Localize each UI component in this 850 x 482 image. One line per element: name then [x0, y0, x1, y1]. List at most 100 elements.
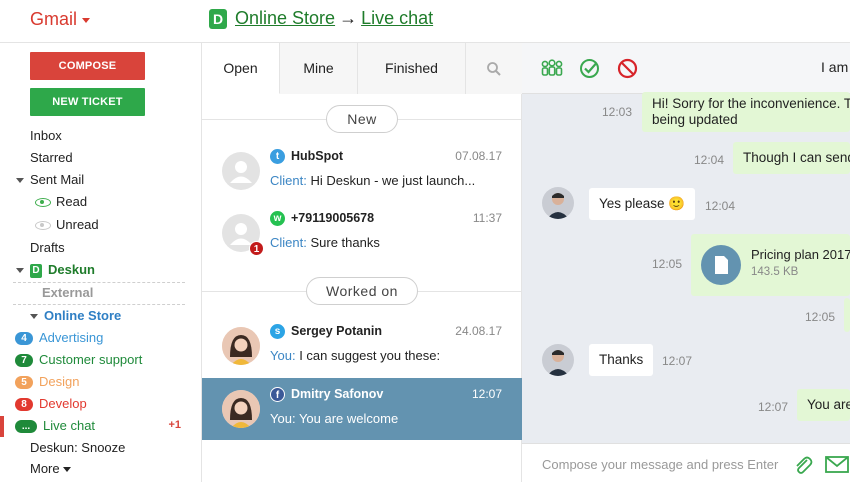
file-attachment-message[interactable]: Pricing plan 2017 143.5 KB [691, 234, 850, 296]
skype-icon: s [270, 324, 285, 339]
message-time: 12:07 [758, 400, 789, 414]
search-button[interactable] [466, 43, 522, 94]
contact-name: Sergey Potanin [291, 324, 382, 338]
preview-text: I can suggest you these: [299, 348, 441, 363]
message-incoming: Thanks [589, 344, 654, 376]
active-indicator [0, 416, 4, 437]
tab-open[interactable]: Open [202, 43, 280, 94]
sidebar-item-label: More [30, 461, 60, 476]
message-outgoing: You are [797, 389, 850, 421]
file-icon [701, 245, 741, 285]
avatar [222, 390, 260, 428]
preview-sender: You: [270, 411, 296, 426]
label-count-badge: ... [15, 420, 37, 434]
message-preview: Client: Sure thanks [270, 235, 510, 250]
tab-finished[interactable]: Finished [358, 43, 466, 94]
sidebar-item-sent-mail[interactable]: Sent Mail [16, 172, 84, 187]
block-icon[interactable] [617, 58, 638, 79]
sidebar-label-develop[interactable]: 8 Develop [15, 396, 87, 412]
deskun-logo-icon: D [30, 263, 42, 278]
paperclip-icon[interactable] [792, 454, 814, 476]
avatar [222, 327, 260, 365]
search-icon [487, 62, 501, 77]
message-time: 12:05 [652, 257, 683, 271]
sidebar-item-label: Read [56, 194, 88, 209]
chat-panel: I am 12:03 Hi! Sorry for the inconvenien… [522, 43, 850, 482]
contact-name: +79119005678 [291, 211, 375, 225]
sidebar-item-inbox[interactable]: Inbox [30, 128, 62, 143]
list-item[interactable]: s Sergey Potanin 24.08.17 You: I can sug… [202, 315, 522, 377]
compose-button[interactable]: COMPOSE [30, 52, 145, 80]
gmail-menu[interactable]: Gmail [30, 9, 91, 30]
sidebar-item-label: Online Store [44, 308, 122, 323]
divider [13, 304, 185, 305]
chevron-down-icon[interactable] [16, 178, 24, 184]
contact-avatar [542, 344, 574, 376]
breadcrumb: D Online Store → Live chat [209, 8, 433, 29]
new-count: +1 [168, 419, 181, 431]
twitter-icon: t [270, 149, 285, 164]
chevron-down-icon [62, 467, 71, 473]
preview-text: Hi Deskun - we just launch... [310, 173, 476, 188]
label-count-badge: 4 [15, 332, 33, 346]
list-item-selected[interactable]: f Dmitry Safonov 12:07 You: You are welc… [202, 378, 522, 440]
sidebar-item-drafts[interactable]: Drafts [30, 240, 65, 255]
sidebar-item-online-store[interactable]: Online Store [30, 308, 121, 323]
message-outgoing: Though I can send [733, 142, 850, 174]
whatsapp-icon: w [270, 211, 285, 226]
chat-status-text: I am [821, 59, 849, 75]
message-incoming: Yes please 🙂 [589, 188, 696, 220]
sidebar-item-read[interactable]: Read [35, 194, 87, 209]
sidebar-item-deskun[interactable]: D Deskun [16, 262, 95, 278]
email-send-icon[interactable] [825, 455, 850, 475]
facebook-icon: f [270, 387, 285, 402]
sidebar-item-unread[interactable]: Unread [35, 217, 99, 232]
sidebar-item-label: Live chat [43, 418, 96, 433]
message-text: being updated [652, 112, 738, 127]
label-count-badge: 5 [15, 376, 33, 390]
sidebar-label-advertising[interactable]: 4 Advertising [15, 330, 104, 346]
message-preview: You: I can suggest you these: [270, 348, 510, 363]
check-circle-icon[interactable] [579, 58, 600, 79]
sidebar-item-label: Sent Mail [30, 172, 85, 187]
label-count-badge: 7 [15, 354, 33, 368]
item-date: 11:37 [472, 211, 502, 225]
unread-count-badge: 1 [249, 241, 264, 256]
message-time: 12:04 [705, 199, 736, 213]
new-ticket-button[interactable]: NEW TICKET [30, 88, 145, 116]
message-time: 12:03 [602, 105, 633, 119]
contact-name: HubSpot [291, 149, 344, 163]
sidebar-item-label: Unread [56, 217, 99, 232]
breadcrumb-online-store[interactable]: Online Store [235, 8, 335, 29]
sidebar-item-snooze[interactable]: Deskun: Snooze [30, 440, 125, 455]
preview-text: You are welcome [298, 411, 399, 426]
sidebar-item-external[interactable]: External [42, 285, 93, 300]
eye-icon [35, 198, 51, 208]
assign-agents-icon[interactable] [541, 58, 563, 78]
sidebar-more[interactable]: More [30, 461, 71, 476]
chevron-down-icon[interactable] [16, 268, 24, 274]
sidebar-item-label: Design [39, 374, 80, 389]
message-text: Hi! Sorry for the inconvenience. Th [652, 96, 850, 111]
sidebar-label-live-chat[interactable]: ... Live chat +1 [15, 418, 185, 434]
sidebar-label-customer-support[interactable]: 7 Customer support [15, 352, 142, 368]
message-time: 12:07 [662, 354, 693, 368]
tab-bar: Open Mine Finished [202, 43, 522, 94]
breadcrumb-live-chat[interactable]: Live chat [361, 8, 433, 29]
breadcrumb-arrow: → [339, 8, 358, 28]
preview-sender: Client: [270, 235, 307, 250]
chevron-down-icon [82, 17, 91, 23]
sidebar-label-design[interactable]: 5 Design [15, 374, 80, 390]
top-bar: Gmail D Online Store → Live chat [0, 0, 850, 43]
preview-sender: Client: [270, 173, 307, 188]
list-item[interactable]: t HubSpot 07.08.17 Client: Hi Deskun - w… [202, 140, 522, 202]
divider [13, 282, 185, 283]
tab-mine[interactable]: Mine [280, 43, 358, 94]
sidebar-item-label: Advertising [39, 330, 104, 345]
preview-sender: You: [270, 348, 296, 363]
chevron-down-icon[interactable] [30, 314, 38, 320]
list-item[interactable]: 1 w +79119005678 11:37 Client: Sure than… [202, 202, 522, 264]
file-name: Pricing plan 2017 [751, 247, 850, 262]
sidebar-item-starred[interactable]: Starred [30, 150, 73, 165]
message-input[interactable] [542, 454, 787, 474]
